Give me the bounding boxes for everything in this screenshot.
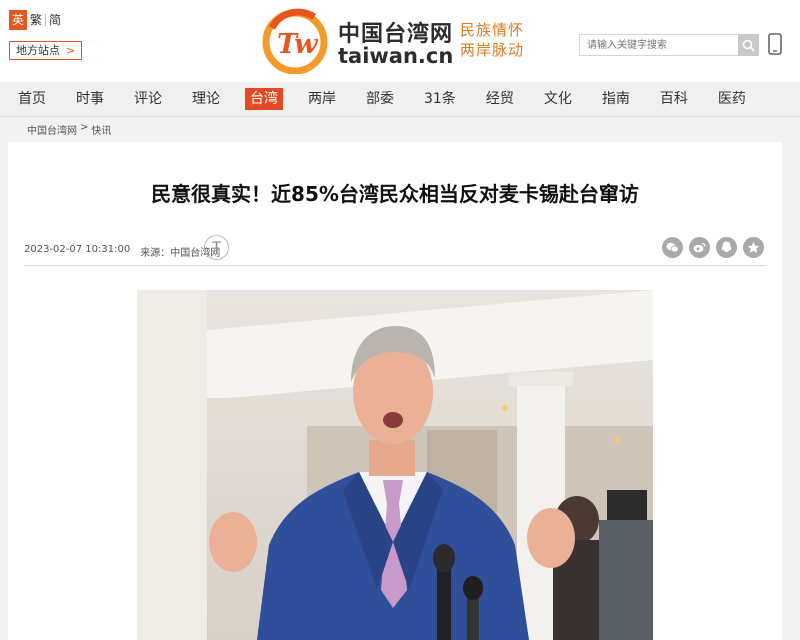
local-sites-button[interactable]: 地方站点 > xyxy=(9,41,83,60)
weibo-share-button[interactable] xyxy=(689,237,710,258)
lang-traditional[interactable]: 繁 xyxy=(27,10,45,30)
logo-mark-icon: Tw xyxy=(262,8,328,74)
qq-icon xyxy=(721,241,732,252)
weibo-icon xyxy=(693,242,706,253)
lang-simplified[interactable]: 简 xyxy=(46,10,64,30)
article-container: 民意很真实！近85%台湾民众相当反对麦卡锡赴台窜访 2023-02-07 10:… xyxy=(8,142,782,640)
qq-share-button[interactable] xyxy=(716,237,737,258)
slogan-line-1: 民族情怀 xyxy=(460,21,525,39)
nav-item-medicine[interactable]: 医药 xyxy=(713,88,751,110)
lang-english[interactable]: 英 xyxy=(9,10,27,30)
phone-icon[interactable] xyxy=(768,33,782,55)
favorite-icon xyxy=(747,241,760,253)
nav-item-economy-trade[interactable]: 经贸 xyxy=(481,88,519,110)
nav-item-encyclopedia[interactable]: 百科 xyxy=(655,88,693,110)
nav-item-cross-strait[interactable]: 两岸 xyxy=(303,88,341,110)
wechat-share-button[interactable] xyxy=(662,237,683,258)
article-photo xyxy=(137,290,653,640)
search-bar xyxy=(579,34,759,56)
svg-text:Tw: Tw xyxy=(277,29,319,60)
search-input[interactable] xyxy=(579,34,738,56)
nav-item-current-affairs[interactable]: 时事 xyxy=(71,88,109,110)
article-date: 2023-02-07 10:31:00 xyxy=(24,244,131,255)
wechat-icon xyxy=(666,242,679,253)
nav-item-taiwan[interactable]: 台湾 xyxy=(245,88,283,110)
nav-item-ministries[interactable]: 部委 xyxy=(361,88,399,110)
nav-item-31-measures[interactable]: 31条 xyxy=(419,88,461,110)
font-size-icon: T xyxy=(212,239,221,256)
language-switcher: 英 繁 简 xyxy=(9,10,64,30)
nav-item-theory[interactable]: 理论 xyxy=(187,88,225,110)
local-sites-label: 地方站点 xyxy=(16,44,60,57)
main-navigation: 首页 时事 评论 理论 台湾 两岸 部委 31条 经贸 文化 指南 百科 医药 xyxy=(0,82,800,117)
share-bar xyxy=(662,237,764,258)
breadcrumb-separator: > xyxy=(80,122,89,133)
breadcrumb-home[interactable]: 中国台湾网 xyxy=(27,122,77,137)
chevron-right-icon: > xyxy=(66,44,76,57)
nav-item-culture[interactable]: 文化 xyxy=(539,88,577,110)
favorite-button[interactable] xyxy=(743,237,764,258)
slogan-line-2: 两岸脉动 xyxy=(460,41,525,59)
nav-item-commentary[interactable]: 评论 xyxy=(129,88,167,110)
article-divider xyxy=(24,265,766,266)
nav-item-home[interactable]: 首页 xyxy=(13,88,51,110)
site-header: 英 繁 简 地方站点 > Tw 中国台湾网 taiwan.cn 民族情怀 两岸脉… xyxy=(0,0,800,82)
search-icon xyxy=(742,39,755,52)
logo-slogan: 民族情怀 两岸脉动 xyxy=(460,20,524,60)
nav-item-guide[interactable]: 指南 xyxy=(597,88,635,110)
article-title: 民意很真实！近85%台湾民众相当反对麦卡锡赴台窜访 xyxy=(151,182,639,206)
logo-english-name: taiwan.cn xyxy=(338,44,454,68)
breadcrumb: 中国台湾网 > 快讯 xyxy=(27,122,111,137)
font-size-toggle[interactable]: T xyxy=(204,235,229,260)
search-button[interactable] xyxy=(738,34,759,56)
article-meta: 2023-02-07 10:31:00 来源：中国台湾网 xyxy=(24,244,220,259)
site-logo[interactable]: Tw 中国台湾网 taiwan.cn 民族情怀 两岸脉动 xyxy=(262,8,534,74)
breadcrumb-current[interactable]: 快讯 xyxy=(91,122,111,137)
